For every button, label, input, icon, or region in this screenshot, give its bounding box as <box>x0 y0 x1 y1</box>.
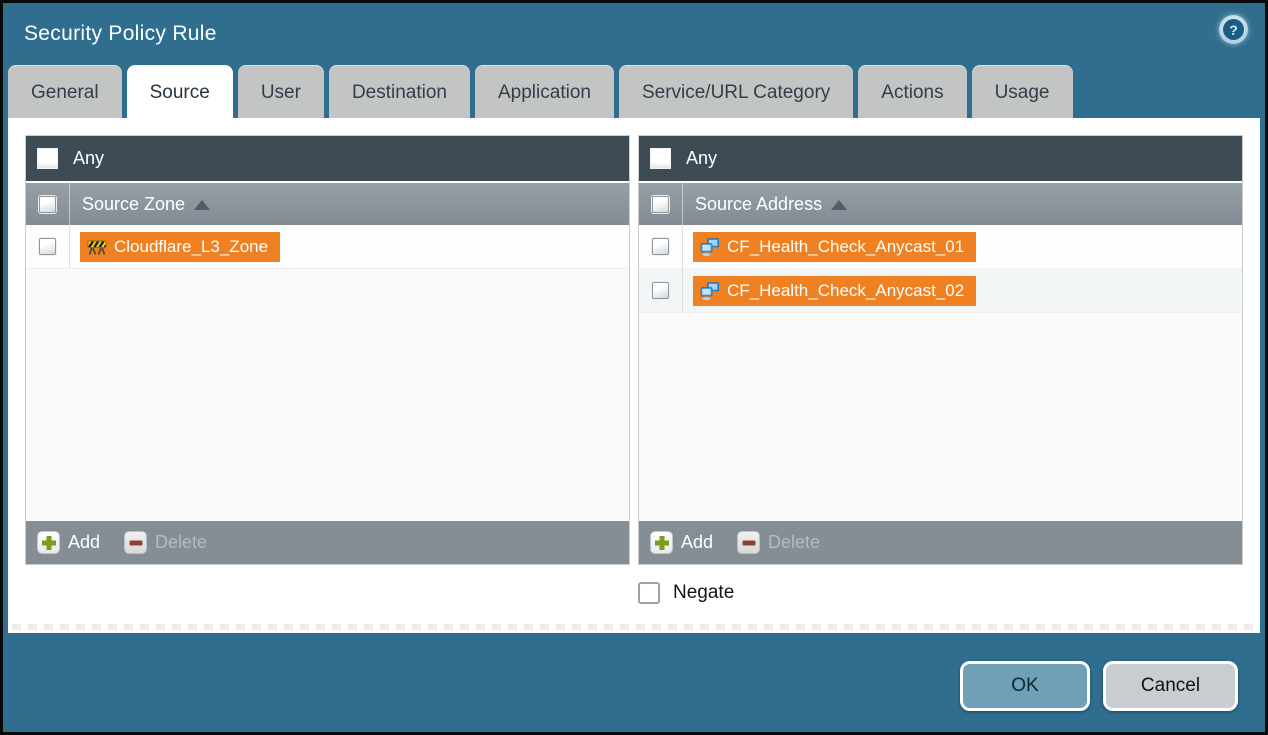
delete-button[interactable]: Delete <box>737 531 820 554</box>
address-item-label: CF_Health_Check_Anycast_02 <box>727 281 964 301</box>
source-zone-toolbar: Add Delete <box>26 519 629 564</box>
address-icon <box>700 237 720 257</box>
checkbox-cell <box>26 225 70 268</box>
tab-bar: General Source User Destination Applicat… <box>3 65 1265 118</box>
row-checkbox[interactable] <box>652 238 669 255</box>
source-zone-column-title: Source Zone <box>82 194 185 215</box>
source-zone-select-all-checkbox[interactable] <box>39 196 56 213</box>
add-button[interactable]: Add <box>650 531 713 554</box>
source-zone-column-header[interactable]: Source Zone <box>26 181 629 225</box>
plus-icon <box>650 531 673 554</box>
source-zone-any-label: Any <box>73 148 104 169</box>
ok-button[interactable]: OK <box>960 661 1090 711</box>
dialog-buttons: OK Cancel <box>960 661 1238 711</box>
source-zone-list: Cloudflare_L3_Zone <box>26 225 629 519</box>
zone-icon <box>87 237 107 257</box>
minus-icon <box>737 531 760 554</box>
checkbox-cell <box>639 225 683 268</box>
negate-label: Negate <box>673 582 734 604</box>
tab-user[interactable]: User <box>238 65 324 118</box>
table-row: CF_Health_Check_Anycast_02 <box>639 269 1242 313</box>
source-address-list: CF_Health_Check_Anycast_01 CF_Health_Che… <box>639 225 1242 519</box>
plus-icon <box>37 531 60 554</box>
table-row: CF_Health_Check_Anycast_01 <box>639 225 1242 269</box>
sort-ascending-icon <box>831 200 847 210</box>
source-zone-panel: Any Source Zone <box>25 135 630 565</box>
table-row: Cloudflare_L3_Zone <box>26 225 629 269</box>
zone-item-chip[interactable]: Cloudflare_L3_Zone <box>80 232 280 262</box>
security-policy-rule-dialog: Security Policy Rule ? General Source Us… <box>0 0 1268 735</box>
source-address-column-header[interactable]: Source Address <box>639 181 1242 225</box>
tab-source[interactable]: Source <box>127 65 233 118</box>
address-icon <box>700 281 720 301</box>
sort-ascending-icon <box>194 200 210 210</box>
negate-row: Negate <box>25 565 1243 621</box>
delete-button[interactable]: Delete <box>124 531 207 554</box>
tab-destination[interactable]: Destination <box>329 65 470 118</box>
address-item-chip[interactable]: CF_Health_Check_Anycast_01 <box>693 232 976 262</box>
minus-icon <box>124 531 147 554</box>
zone-item-label: Cloudflare_L3_Zone <box>114 237 268 257</box>
source-address-column-title: Source Address <box>695 194 822 215</box>
tab-actions[interactable]: Actions <box>858 65 966 118</box>
panels-container: Any Source Zone <box>25 135 1243 565</box>
address-item-label: CF_Health_Check_Anycast_01 <box>727 237 964 257</box>
title-bar: Security Policy Rule ? <box>3 3 1265 65</box>
source-address-select-all-checkbox[interactable] <box>652 196 669 213</box>
source-zone-any-checkbox[interactable] <box>37 148 58 169</box>
source-address-any-header: Any <box>639 136 1242 181</box>
help-icon[interactable]: ? <box>1219 15 1248 44</box>
address-item-chip[interactable]: CF_Health_Check_Anycast_02 <box>693 276 976 306</box>
source-zone-any-header: Any <box>26 136 629 181</box>
row-checkbox[interactable] <box>39 238 56 255</box>
source-tab-content: Any Source Zone <box>8 118 1260 633</box>
cancel-button[interactable]: Cancel <box>1103 661 1238 711</box>
dialog-title: Security Policy Rule <box>24 22 217 46</box>
source-address-any-checkbox[interactable] <box>650 148 671 169</box>
tab-general[interactable]: General <box>8 65 122 118</box>
question-mark-glyph: ? <box>1223 19 1244 40</box>
tab-application[interactable]: Application <box>475 65 614 118</box>
checkbox-cell <box>26 183 70 225</box>
source-address-panel: Any Source Address <box>638 135 1243 565</box>
checkbox-cell <box>639 183 683 225</box>
source-address-any-label: Any <box>686 148 717 169</box>
negate-checkbox[interactable] <box>638 582 660 604</box>
checkbox-cell <box>639 269 683 312</box>
tab-usage[interactable]: Usage <box>972 65 1073 118</box>
add-button[interactable]: Add <box>37 531 100 554</box>
row-checkbox[interactable] <box>652 282 669 299</box>
tab-service-url-category[interactable]: Service/URL Category <box>619 65 853 118</box>
source-address-toolbar: Add Delete <box>639 519 1242 564</box>
